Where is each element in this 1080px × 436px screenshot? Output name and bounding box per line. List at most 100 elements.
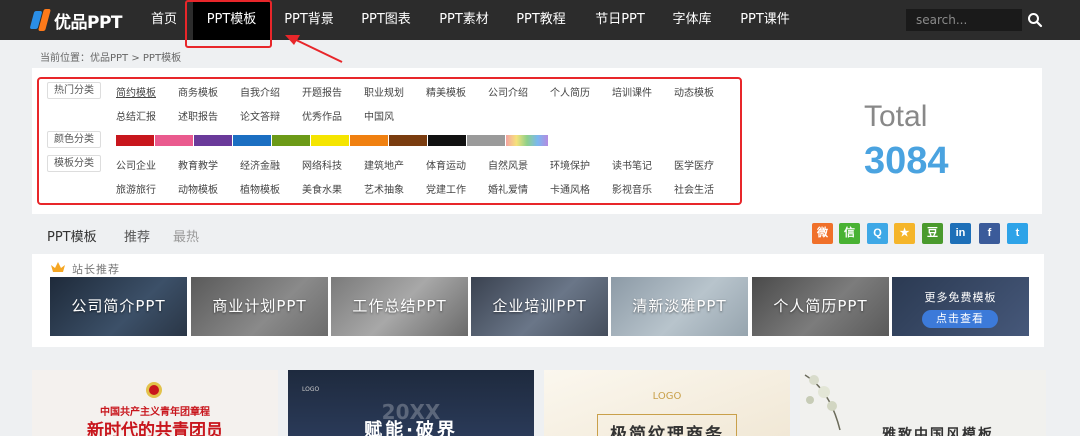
template-thumbnail[interactable]: LOGO 极简纹理商务 — [544, 370, 790, 436]
search-input[interactable] — [906, 9, 1022, 31]
color-swatch-orange[interactable] — [350, 135, 388, 146]
linkedin-icon[interactable]: in — [950, 223, 971, 244]
nav-holiday-ppt[interactable]: 节日PPT — [585, 0, 655, 40]
color-swatch-pink[interactable] — [155, 135, 193, 146]
type-tag[interactable]: 党建工作 — [426, 181, 466, 196]
color-swatch-rainbow[interactable] — [506, 135, 548, 146]
hot-tag[interactable]: 中国风 — [364, 108, 394, 123]
hot-tag[interactable]: 论文答辩 — [240, 108, 280, 123]
type-tag[interactable]: 建筑地产 — [364, 157, 404, 172]
hot-category-label: 热门分类 — [47, 82, 101, 99]
type-tag[interactable]: 婚礼爱情 — [488, 181, 528, 196]
type-tag[interactable]: 教育教学 — [178, 157, 218, 172]
thumbnail-title: 新时代的共青团员 — [87, 421, 223, 436]
type-tag[interactable]: 医学医疗 — [674, 157, 714, 172]
type-tag[interactable]: 艺术抽象 — [364, 181, 404, 196]
weibo-icon[interactable]: 微 — [812, 223, 833, 244]
color-swatch-red[interactable] — [116, 135, 154, 146]
template-thumbnail[interactable]: LOGO 20XX 赋能·破界 — [288, 370, 534, 436]
hot-tag[interactable]: 职业规划 — [364, 84, 404, 99]
hot-tag[interactable]: 商务模板 — [178, 84, 218, 99]
hot-tag[interactable]: 动态模板 — [674, 84, 714, 99]
wechat-icon[interactable]: 信 — [839, 223, 860, 244]
type-tag[interactable]: 社会生活 — [674, 181, 714, 196]
template-thumbnail[interactable]: 雅致中国风模板 — [800, 370, 1046, 436]
more-templates-title: 更多免费模板 — [924, 291, 997, 304]
nav-ppt-charts[interactable]: PPT图表 — [353, 0, 419, 40]
nav-fonts[interactable]: 字体库 — [666, 0, 718, 40]
hot-tag[interactable]: 公司介绍 — [488, 84, 528, 99]
recommend-card[interactable]: 清新淡雅PPT — [611, 277, 748, 336]
color-swatch-yellow[interactable] — [311, 135, 349, 146]
tab-hottest[interactable]: 最热 — [173, 226, 199, 245]
recommend-card[interactable]: 企业培训PPT — [471, 277, 608, 336]
facebook-icon[interactable]: f — [979, 223, 1000, 244]
color-swatch-blue[interactable] — [233, 135, 271, 146]
more-templates-card[interactable]: 更多免费模板 点击查看 — [892, 277, 1029, 336]
crown-icon — [51, 262, 65, 272]
template-thumbnail[interactable]: 中国共产主义青年团章程 新时代的共青团员 — [32, 370, 278, 436]
view-more-button[interactable]: 点击查看 — [922, 310, 998, 328]
qzone-icon[interactable]: ★ — [894, 223, 915, 244]
type-tag[interactable]: 美食水果 — [302, 181, 342, 196]
type-tag[interactable]: 经济金融 — [240, 157, 280, 172]
tab-ppt-templates[interactable]: PPT模板 — [47, 226, 97, 245]
thumbnail-logo: LOGO — [302, 386, 320, 393]
color-swatch-purple[interactable] — [194, 135, 232, 146]
site-logo[interactable]: 优品PPT — [29, 8, 123, 33]
hot-tag[interactable]: 培训课件 — [612, 84, 652, 99]
recommend-card-label: 商业计划PPT — [212, 297, 307, 315]
color-swatch-black[interactable] — [428, 135, 466, 146]
douban-icon[interactable]: 豆 — [922, 223, 943, 244]
type-tag[interactable]: 影视音乐 — [612, 181, 652, 196]
nav-ppt-tutorials[interactable]: PPT教程 — [508, 0, 574, 40]
annotation-arrow-icon — [285, 35, 343, 63]
hot-tag[interactable]: 开题报告 — [302, 84, 342, 99]
recommend-card[interactable]: 个人简历PPT — [752, 277, 889, 336]
type-tag[interactable]: 植物模板 — [240, 181, 280, 196]
nav-ppt-materials[interactable]: PPT素材 — [431, 0, 497, 40]
active-nav-highlight-box — [185, 0, 272, 48]
type-tag[interactable]: 网络科技 — [302, 157, 342, 172]
hot-tag[interactable]: 总结汇报 — [116, 108, 156, 123]
hot-tag[interactable]: 个人简历 — [550, 84, 590, 99]
total-label: Total — [864, 100, 928, 133]
recommend-card[interactable]: 商业计划PPT — [191, 277, 328, 336]
hot-tag[interactable]: 述职报告 — [178, 108, 218, 123]
type-tag[interactable]: 公司企业 — [116, 157, 156, 172]
recommend-card-label: 企业培训PPT — [492, 297, 587, 315]
color-category-label: 颜色分类 — [47, 131, 101, 148]
thumbnail-logo: LOGO — [652, 391, 682, 402]
hot-tag[interactable]: 精美模板 — [426, 84, 466, 99]
logo-text: 优品PPT — [54, 12, 123, 33]
tab-recommended[interactable]: 推荐 — [124, 226, 150, 245]
qq-icon[interactable]: Q — [867, 223, 888, 244]
color-swatch-green[interactable] — [272, 135, 310, 146]
type-tag[interactable]: 读书笔记 — [612, 157, 652, 172]
type-tag[interactable]: 动物模板 — [178, 181, 218, 196]
hot-tag[interactable]: 优秀作品 — [302, 108, 342, 123]
search-icon[interactable] — [1027, 12, 1043, 28]
color-swatch-brown[interactable] — [389, 135, 427, 146]
nav-ppt-courseware[interactable]: PPT课件 — [730, 0, 800, 40]
color-swatch-gray[interactable] — [467, 135, 505, 146]
logo-icon — [29, 9, 52, 31]
type-tag[interactable]: 旅游旅行 — [116, 181, 156, 196]
nav-home[interactable]: 首页 — [140, 0, 188, 40]
hot-tag[interactable]: 自我介绍 — [240, 84, 280, 99]
twitter-icon[interactable]: t — [1007, 223, 1028, 244]
recommend-card[interactable]: 工作总结PPT — [331, 277, 468, 336]
recommend-card-label: 公司简介PPT — [71, 297, 166, 315]
hot-tag[interactable]: 简约模板 — [116, 84, 156, 99]
type-tag[interactable]: 卡通风格 — [550, 181, 590, 196]
recommend-card-label: 个人简历PPT — [773, 297, 868, 315]
type-tag[interactable]: 环境保护 — [550, 157, 590, 172]
thumbnail-title: 极简纹理商务 — [610, 425, 724, 436]
recommend-card-label: 清新淡雅PPT — [632, 297, 727, 315]
type-category-label: 模板分类 — [47, 155, 101, 172]
type-tag[interactable]: 自然风景 — [488, 157, 528, 172]
recommend-card[interactable]: 公司简介PPT — [50, 277, 187, 336]
recommend-title: 站长推荐 — [72, 263, 120, 276]
thumbnail-title: 赋能·破界 — [364, 420, 458, 436]
type-tag[interactable]: 体育运动 — [426, 157, 466, 172]
